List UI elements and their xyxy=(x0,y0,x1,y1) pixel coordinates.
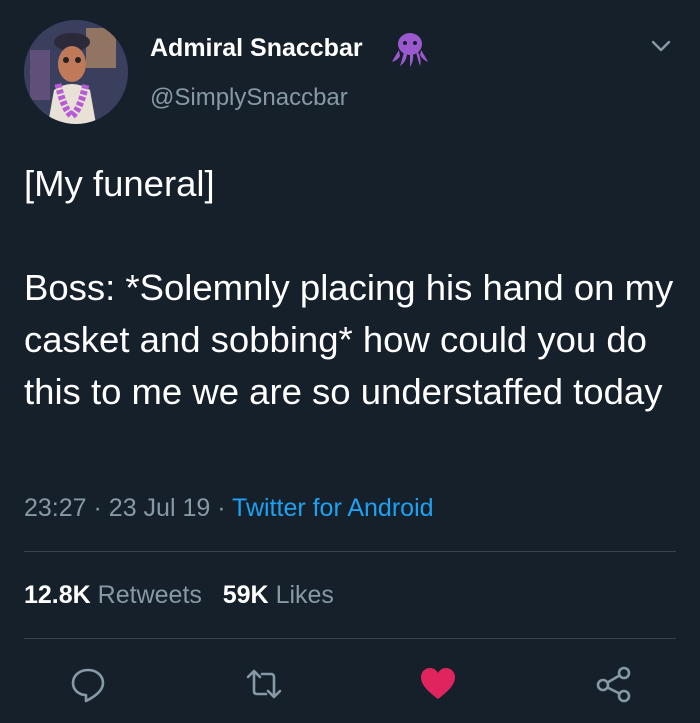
tweet-source-link[interactable]: Twitter for Android xyxy=(232,494,433,522)
likes-count[interactable]: 59K xyxy=(223,581,269,609)
tweet-body: Boss: *Solemnly placing his hand on my c… xyxy=(24,267,674,412)
user-handle[interactable]: @SimplySnaccbar xyxy=(150,84,348,112)
tweet-stats: 12.8K Retweets 59K Likes xyxy=(24,581,334,610)
display-name[interactable]: Admiral Snaccbar xyxy=(150,34,363,63)
retweet-icon[interactable] xyxy=(244,664,284,704)
tweet-date: 23 Jul 19 xyxy=(108,494,211,522)
tweet-text: [My funeral] Boss: *Solemnly placing his… xyxy=(24,158,674,418)
avatar[interactable] xyxy=(24,20,128,124)
likes-label[interactable]: Likes xyxy=(276,581,334,609)
tweet-meta: 23:27 · 23 Jul 19 · Twitter for Android xyxy=(24,494,434,523)
meta-separator: · xyxy=(217,494,226,522)
octopus-icon xyxy=(392,33,428,67)
divider xyxy=(24,638,676,639)
retweets-label[interactable]: Retweets xyxy=(98,581,202,609)
avatar-image xyxy=(24,20,128,124)
meta-separator: · xyxy=(93,494,102,522)
share-icon[interactable] xyxy=(594,664,634,704)
tweet-line-1: [My funeral] xyxy=(24,163,215,204)
retweets-count[interactable]: 12.8K xyxy=(24,581,91,609)
heart-icon[interactable] xyxy=(418,664,458,704)
tweet-time: 23:27 xyxy=(24,494,87,522)
chevron-down-icon[interactable] xyxy=(650,38,672,54)
reply-icon[interactable] xyxy=(68,664,108,704)
divider xyxy=(24,551,676,552)
